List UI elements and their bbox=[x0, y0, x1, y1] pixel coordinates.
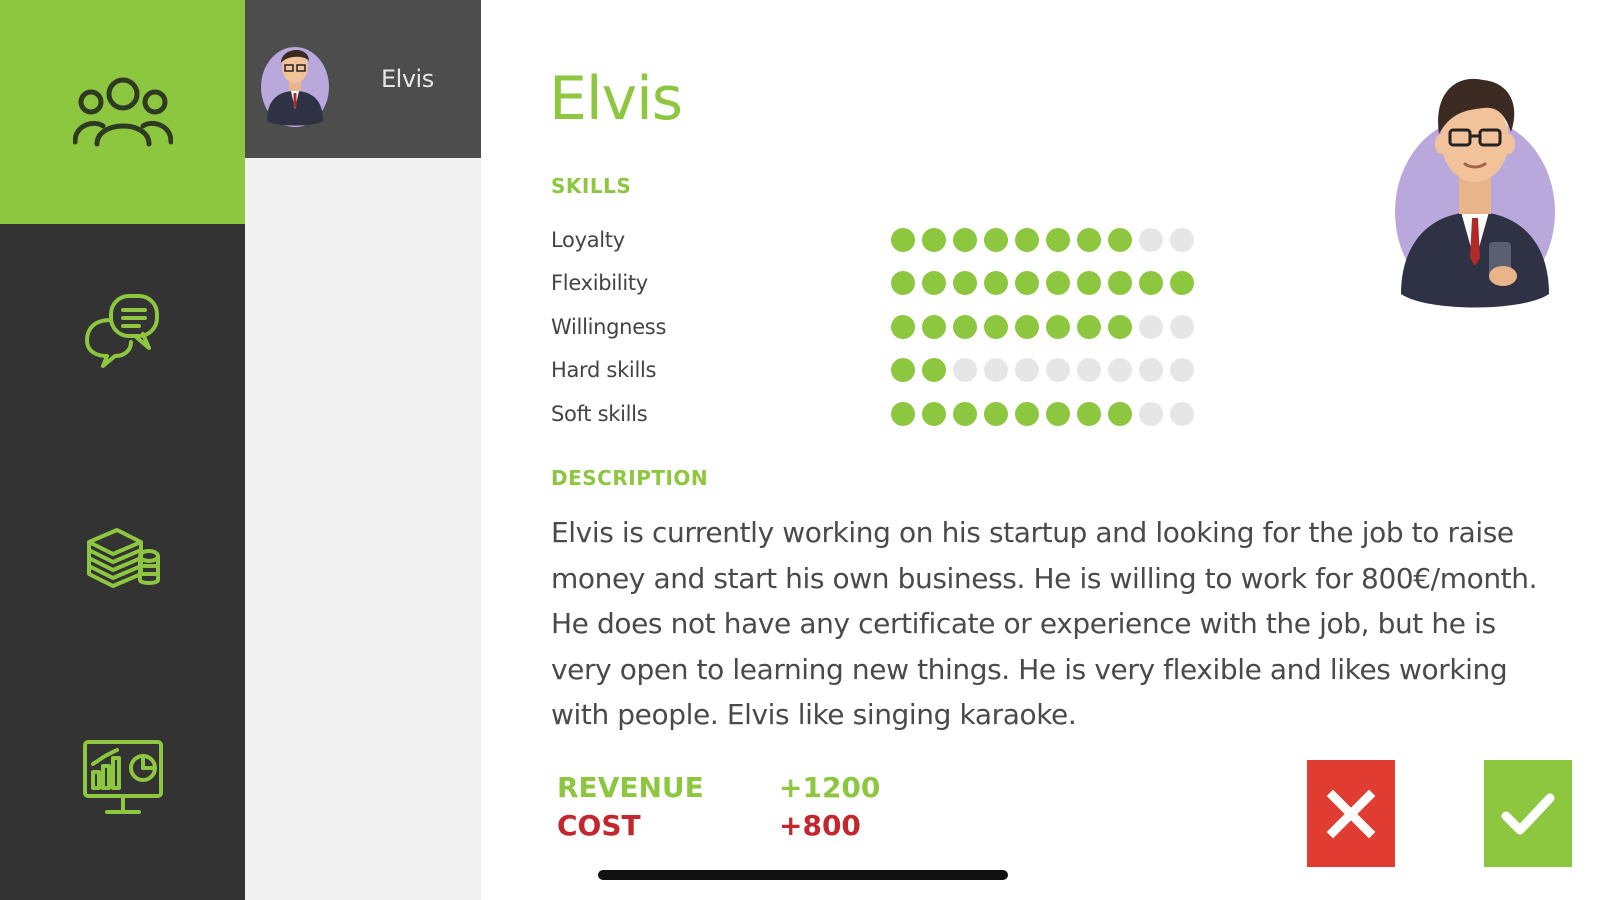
skill-dot-empty bbox=[1170, 358, 1194, 383]
skill-dot-filled bbox=[922, 401, 946, 426]
candidate-name: Elvis bbox=[381, 65, 434, 93]
nav-item-chat[interactable] bbox=[0, 280, 245, 380]
skill-dot-filled bbox=[1108, 314, 1132, 339]
skill-dot-empty bbox=[1108, 358, 1132, 383]
skill-dot-empty bbox=[984, 358, 1008, 383]
people-group-icon bbox=[72, 77, 173, 147]
skill-dot-filled bbox=[1046, 314, 1070, 339]
skill-rating bbox=[891, 358, 1194, 383]
skill-dot-filled bbox=[1108, 227, 1132, 252]
skill-label: Willingness bbox=[551, 314, 667, 339]
candidate-list-item[interactable]: Elvis bbox=[245, 0, 481, 158]
skill-dot-filled bbox=[922, 314, 946, 339]
skill-rating bbox=[891, 401, 1194, 426]
check-icon bbox=[1501, 793, 1555, 834]
skill-dot-filled bbox=[891, 401, 915, 426]
skill-dot-filled bbox=[953, 314, 977, 339]
skill-label: Hard skills bbox=[551, 358, 657, 383]
revenue-row: REVENUE +1200 bbox=[557, 768, 880, 806]
man-avatar-icon bbox=[261, 47, 329, 127]
candidate-detail-panel: Elvis SKILLS Loyalty Flexibility Willing… bbox=[481, 0, 1599, 900]
skill-dot-empty bbox=[1139, 314, 1163, 339]
skill-label: Soft skills bbox=[551, 401, 648, 426]
nav-rail bbox=[0, 0, 245, 900]
skill-rating bbox=[891, 271, 1194, 296]
skill-dot-filled bbox=[1015, 401, 1039, 426]
skill-dot-filled bbox=[953, 271, 977, 296]
skill-rating bbox=[891, 227, 1194, 252]
skill-dot-filled bbox=[891, 227, 915, 252]
skill-dot-empty bbox=[1139, 227, 1163, 252]
skill-dot-filled bbox=[1046, 271, 1070, 296]
skill-label: Loyalty bbox=[551, 227, 625, 252]
skill-dot-filled bbox=[1015, 314, 1039, 339]
skill-row: Hard skills bbox=[551, 349, 1251, 393]
home-indicator bbox=[598, 870, 1008, 880]
skill-dot-empty bbox=[1015, 358, 1039, 383]
nav-item-analytics[interactable] bbox=[0, 730, 245, 830]
skill-dot-empty bbox=[1077, 358, 1101, 383]
skill-dot-empty bbox=[1170, 227, 1194, 252]
skill-dot-empty bbox=[1139, 401, 1163, 426]
skill-dot-filled bbox=[891, 358, 915, 383]
skill-dot-empty bbox=[1170, 401, 1194, 426]
skill-dot-empty bbox=[1046, 358, 1070, 383]
skill-row: Willingness bbox=[551, 305, 1251, 349]
skill-dot-filled bbox=[922, 271, 946, 296]
candidate-portrait bbox=[1395, 78, 1555, 308]
nav-item-finance[interactable] bbox=[0, 505, 245, 605]
skill-dot-empty bbox=[1170, 314, 1194, 339]
skill-dot-filled bbox=[1077, 227, 1101, 252]
skill-dot-filled bbox=[922, 358, 946, 383]
skill-dot-empty bbox=[1139, 358, 1163, 383]
skill-dot-filled bbox=[1139, 271, 1163, 296]
skill-dot-filled bbox=[984, 227, 1008, 252]
skill-dot-empty bbox=[953, 358, 977, 383]
skill-dot-filled bbox=[1046, 227, 1070, 252]
close-icon bbox=[1326, 789, 1376, 838]
skill-rating bbox=[891, 314, 1194, 339]
skill-dot-filled bbox=[984, 401, 1008, 426]
description-heading: DESCRIPTION bbox=[551, 466, 709, 490]
skill-dot-filled bbox=[1077, 314, 1101, 339]
reject-button[interactable] bbox=[1307, 760, 1395, 867]
skill-dot-filled bbox=[1108, 271, 1132, 296]
skill-dot-filled bbox=[1108, 401, 1132, 426]
nav-item-people[interactable] bbox=[0, 0, 245, 224]
chat-bubbles-icon bbox=[84, 294, 159, 368]
skill-dot-filled bbox=[1015, 271, 1039, 296]
skill-dot-filled bbox=[1077, 401, 1101, 426]
skill-dot-filled bbox=[891, 271, 915, 296]
skill-dot-filled bbox=[953, 401, 977, 426]
revenue-label: REVENUE bbox=[557, 770, 704, 804]
skills-list: Loyalty Flexibility Willingness Hard ski… bbox=[551, 218, 1251, 436]
accept-button[interactable] bbox=[1484, 760, 1572, 867]
candidate-list: Elvis bbox=[245, 0, 481, 900]
cost-label: COST bbox=[557, 808, 641, 842]
revenue-value: +1200 bbox=[779, 770, 881, 804]
skill-dot-filled bbox=[1170, 271, 1194, 296]
page-title: Elvis bbox=[549, 64, 683, 134]
skill-dot-filled bbox=[1077, 271, 1101, 296]
skill-dot-filled bbox=[891, 314, 915, 339]
skill-dot-filled bbox=[922, 227, 946, 252]
financial-summary: REVENUE +1200 COST +800 bbox=[557, 768, 880, 844]
skill-row: Soft skills bbox=[551, 392, 1251, 436]
skill-dot-filled bbox=[984, 271, 1008, 296]
cost-value: +800 bbox=[779, 808, 861, 842]
money-stack-icon bbox=[86, 528, 160, 588]
skills-heading: SKILLS bbox=[551, 174, 632, 198]
skill-label: Flexibility bbox=[551, 271, 648, 296]
skill-dot-filled bbox=[1046, 401, 1070, 426]
skill-dot-filled bbox=[953, 227, 977, 252]
skill-dot-filled bbox=[1015, 227, 1039, 252]
skill-row: Flexibility bbox=[551, 262, 1251, 306]
cost-row: COST +800 bbox=[557, 806, 880, 844]
skill-dot-filled bbox=[984, 314, 1008, 339]
skill-row: Loyalty bbox=[551, 218, 1251, 262]
analytics-monitor-icon bbox=[82, 740, 163, 814]
candidate-description: Elvis is currently working on his startu… bbox=[551, 516, 1538, 731]
